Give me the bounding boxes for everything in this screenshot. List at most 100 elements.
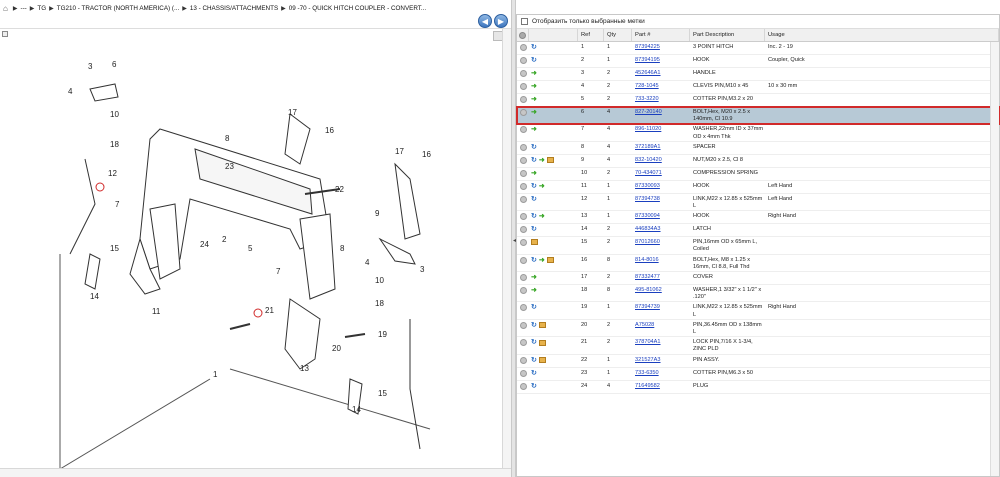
callout-3[interactable]: 3 — [88, 62, 93, 71]
substitute-part-icon[interactable]: ↻ — [531, 157, 537, 164]
package-icon[interactable] — [538, 339, 546, 346]
callout-3[interactable]: 3 — [420, 265, 425, 274]
back-arrow-icon[interactable]: ◀ — [478, 14, 492, 28]
part-number-link[interactable]: 321527A3 — [635, 357, 661, 363]
part-number-link[interactable]: 87394738 — [635, 196, 660, 202]
show-selected-only-label[interactable]: Отобразить только выбранные метки — [532, 18, 645, 25]
substitute-part-icon[interactable]: ↻ — [531, 226, 537, 233]
row-select-icon[interactable] — [519, 356, 527, 364]
part-number-link[interactable]: 87394195 — [635, 57, 660, 63]
table-row[interactable]: ↻ 2 1 87394195 HOOK Coupler, Quick — [517, 55, 999, 68]
table-row[interactable]: ↻ 12 1 87394738 LINK,M22 x 12.85 x 525mm L Le… — [517, 194, 999, 212]
header-usage[interactable]: Usage — [765, 29, 999, 41]
callout-14[interactable]: 14 — [352, 405, 361, 414]
callout-10[interactable]: 10 — [375, 276, 384, 285]
table-row[interactable]: ↻ 19 1 87394739 LINK,M22 x 12.85 x 525mm L Ri… — [517, 302, 999, 320]
part-number-link[interactable]: 87012660 — [635, 239, 660, 245]
callout-17[interactable]: 17 — [288, 108, 297, 117]
callout-10[interactable]: 10 — [110, 110, 119, 119]
table-row[interactable]: ↻ 21 2 378704A1 LOCK PIN,7/16 X 1-3/4, ZINC … — [517, 337, 999, 355]
row-select-icon[interactable] — [519, 321, 527, 329]
table-row[interactable]: ↻ ➜ 9 4 832-10420 NUT,M20 x 2.5, Cl 8 — [517, 155, 999, 168]
callout-22[interactable]: 22 — [335, 185, 344, 194]
callout-7[interactable]: 7 — [115, 200, 120, 209]
callout-16[interactable]: 16 — [325, 126, 334, 135]
table-row[interactable]: ↻ 20 2 A75028 PIN,36.45mm OD x 138mm L — [517, 320, 999, 338]
row-select-icon[interactable] — [519, 226, 527, 234]
add-to-cart-arrow-icon[interactable]: ➜ — [531, 96, 537, 103]
breadcrumb-item-product-line[interactable]: TG — [37, 5, 46, 12]
callout-4[interactable]: 4 — [68, 87, 73, 96]
substitute-part-icon[interactable]: ↻ — [531, 322, 537, 329]
header-select-all-icon[interactable] — [517, 29, 529, 41]
substitute-part-icon[interactable]: ↻ — [531, 144, 537, 151]
substitute-part-icon[interactable]: ↻ — [531, 44, 537, 51]
add-to-cart-arrow-icon[interactable]: ➜ — [531, 83, 537, 90]
substitute-part-icon[interactable]: ↻ — [531, 213, 537, 220]
part-number-link[interactable]: 814-8016 — [635, 257, 659, 263]
package-icon[interactable] — [538, 322, 546, 329]
callout-16[interactable]: 16 — [422, 150, 431, 159]
part-number-link[interactable]: 728-1045 — [635, 83, 659, 89]
table-row[interactable]: ➜ 4 2 728-1045 CLEVIS PIN,M10 x 45 10 x 30 mm — [517, 81, 999, 94]
breadcrumb-item-section[interactable]: 13 - CHASSIS/ATTACHMENTS — [190, 5, 278, 12]
header-part-number[interactable]: Part # — [632, 29, 690, 41]
show-selected-only-checkbox[interactable] — [521, 18, 528, 25]
callout-14[interactable]: 14 — [90, 292, 99, 301]
part-number-link[interactable]: 832-10420 — [635, 157, 662, 163]
part-number-link[interactable]: 71649582 — [635, 383, 660, 389]
breadcrumb-item-model[interactable]: TG210 - TRACTOR (NORTH AMERICA) (... — [57, 5, 179, 12]
callout-8[interactable]: 8 — [225, 134, 230, 143]
table-row[interactable]: ↻ 1 1 87394225 3 POINT HITCH Inc. 2 - 19 — [517, 42, 999, 55]
part-number-link[interactable]: A75028 — [635, 322, 654, 328]
row-select-icon[interactable] — [519, 44, 527, 51]
row-select-icon[interactable] — [519, 156, 527, 164]
row-select-icon[interactable] — [519, 213, 527, 221]
callout-8[interactable]: 8 — [340, 244, 345, 253]
table-row[interactable]: ➜ 5 2 733-3220 COTTER PIN,M3.2 x 20 — [517, 94, 999, 107]
table-row[interactable]: ↻ ➜ 16 8 814-8016 BOLT,Hex, M8 x 1.25 x 16mm,… — [517, 255, 999, 273]
row-select-icon[interactable] — [519, 70, 527, 77]
row-select-icon[interactable] — [519, 239, 527, 247]
table-row[interactable]: ↻ 23 1 733-6350 COTTER PIN,M6.3 x 50 — [517, 368, 999, 381]
callout-17[interactable]: 17 — [395, 147, 404, 156]
home-icon[interactable]: ⌂ — [3, 4, 8, 13]
callout-15[interactable]: 15 — [378, 389, 387, 398]
part-number-link[interactable]: 372189A1 — [635, 144, 661, 150]
drawing-vertical-scrollbar[interactable] — [502, 29, 511, 477]
row-select-icon[interactable] — [519, 57, 527, 64]
row-select-icon[interactable] — [519, 143, 527, 151]
table-row[interactable]: ↻ ➜ 11 1 87330093 HOOK Left Hand — [517, 181, 999, 194]
part-number-link[interactable]: 896-11020 — [635, 126, 661, 132]
table-row[interactable]: ➜ 10 2 70-434071 COMPRESSION SPRING — [517, 168, 999, 181]
header-ref[interactable]: Ref — [578, 29, 604, 41]
part-number-link[interactable]: 733-6350 — [635, 370, 659, 376]
row-select-icon[interactable] — [519, 182, 527, 190]
table-row[interactable]: ➜ 6 4 827-20140 BOLT,Hex, M20 x 2.5 x 140mm,… — [516, 105, 1000, 126]
callout-7[interactable]: 7 — [276, 267, 281, 276]
table-row[interactable]: ↻ ➜ 13 1 87330094 HOOK Right Hand — [517, 211, 999, 225]
row-select-icon[interactable] — [519, 83, 527, 90]
header-part-description[interactable]: Part Description — [690, 29, 765, 41]
callout-12[interactable]: 12 — [108, 169, 117, 178]
table-row[interactable]: ➜ 17 2 87332477 COVER — [517, 272, 999, 286]
callout-1[interactable]: 1 — [213, 370, 218, 379]
substitute-part-icon[interactable]: ↻ — [531, 370, 537, 377]
row-select-icon[interactable] — [519, 169, 527, 177]
exploded-parts-diagram[interactable]: 3 6 4 10 18 12 7 15 14 11 24 2 8 23 17 1… — [0, 29, 500, 469]
substitute-part-icon[interactable]: ↻ — [531, 383, 537, 390]
part-number-link[interactable]: 87394739 — [635, 304, 660, 310]
package-icon[interactable] — [531, 239, 538, 246]
part-number-link[interactable]: 87330094 — [635, 213, 660, 219]
add-to-cart-arrow-icon[interactable]: ➜ — [539, 213, 545, 220]
substitute-part-icon[interactable]: ↻ — [531, 257, 537, 264]
part-number-link[interactable]: 87332477 — [635, 274, 660, 280]
forward-arrow-icon[interactable]: ▶ — [494, 14, 508, 28]
package-icon[interactable] — [546, 257, 554, 264]
callout-19[interactable]: 19 — [378, 330, 387, 339]
part-number-link[interactable]: 446834A3 — [635, 226, 661, 232]
row-select-icon[interactable] — [519, 96, 527, 103]
add-to-cart-arrow-icon[interactable]: ➜ — [531, 70, 537, 77]
part-number-link[interactable]: 495-81062 — [635, 287, 662, 293]
callout-15[interactable]: 15 — [110, 244, 119, 253]
